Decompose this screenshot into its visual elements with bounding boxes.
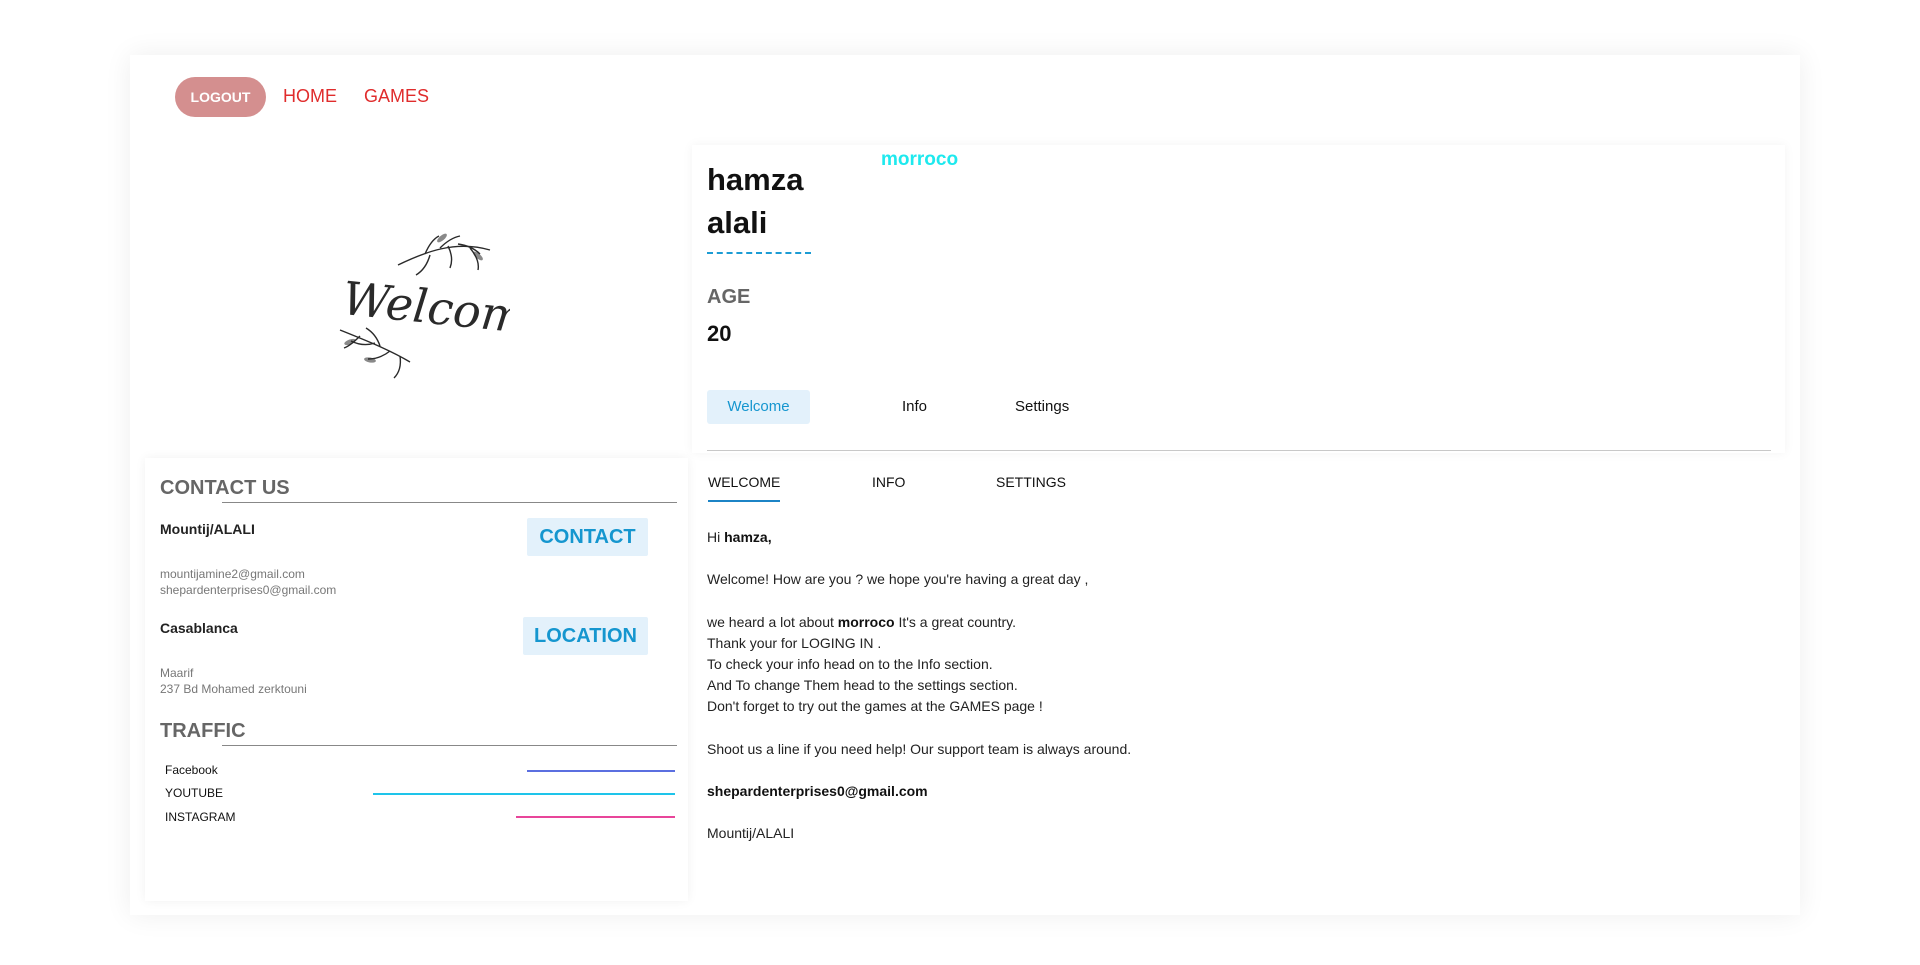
contact-us-title: CONTACT US: [160, 477, 290, 499]
tab-welcome[interactable]: WELCOME: [708, 474, 781, 502]
nav-home-link[interactable]: HOME: [283, 86, 337, 107]
name-underline: [707, 252, 811, 254]
info-line: To check your info head on to the Info s…: [707, 656, 993, 672]
welcome-line: Welcome! How are you ? we hope you're ha…: [707, 571, 1089, 587]
heard-suffix: It's a great country.: [898, 614, 1017, 630]
age-label: AGE: [707, 286, 751, 308]
traffic-bar-youtube: [373, 793, 675, 795]
contact-us-line: [222, 502, 677, 503]
traffic-line: [222, 745, 677, 746]
traffic-bar-facebook: [527, 770, 675, 772]
heard-line: we heard a lot about morroco It's a grea…: [707, 612, 1016, 633]
profile-tab-info[interactable]: Info: [902, 390, 927, 424]
settings-line: And To change Them head to the settings …: [707, 677, 1018, 693]
profile-tab-welcome[interactable]: Welcome: [707, 390, 810, 424]
profile-divider: [707, 450, 1771, 451]
contact-badge: CONTACT: [527, 518, 648, 556]
traffic-label-facebook: Facebook: [165, 763, 218, 777]
age-value: 20: [707, 321, 732, 346]
tab-info[interactable]: INFO: [872, 474, 905, 500]
address-line-1: Maarif: [160, 666, 194, 680]
greeting-name: hamza,: [724, 529, 772, 545]
traffic-label-instagram: INSTAGRAM: [165, 810, 236, 824]
contact-email-1[interactable]: mountijamine2@gmail.com: [160, 566, 305, 582]
signature: Mountij/ALALI: [707, 825, 795, 841]
traffic-label-youtube: YOUTUBE: [165, 786, 224, 800]
contact-city: Casablanca: [160, 620, 238, 636]
greeting-line: Hi hamza,: [707, 527, 772, 548]
nav-games-link[interactable]: GAMES: [364, 86, 429, 107]
profile-first-name: hamza: [707, 162, 804, 197]
traffic-bar-instagram: [516, 816, 675, 818]
profile-panel: [692, 145, 1785, 453]
contact-name: Mountij/ALALI: [160, 521, 255, 537]
support-email[interactable]: shepardenterprises0@gmail.com: [707, 781, 928, 802]
profile-tab-settings[interactable]: Settings: [1015, 390, 1069, 424]
profile-last-name: alali: [707, 205, 768, 240]
games-line: Don't forget to try out the games at the…: [707, 698, 1043, 714]
address-line-2: 237 Bd Mohamed zerktouni: [160, 682, 307, 696]
heard-country: morroco: [837, 614, 895, 630]
profile-name: hamza alali: [707, 158, 803, 244]
profile-country: morroco: [881, 149, 959, 170]
thanks-line: Thank your for LOGING IN .: [707, 635, 882, 651]
location-badge: LOCATION: [523, 617, 648, 655]
heard-prefix: we heard a lot about: [707, 614, 834, 630]
welcome-leaf-illustration-icon: Welcome: [339, 233, 510, 379]
contact-email-2[interactable]: shepardenterprises0@gmail.com: [160, 582, 336, 598]
logout-button[interactable]: LOGOUT: [175, 77, 266, 117]
tab-settings[interactable]: SETTINGS: [996, 474, 1066, 500]
greeting-prefix: Hi: [707, 529, 721, 545]
traffic-title: TRAFFIC: [160, 720, 246, 742]
welcome-art-text: Welcome: [340, 271, 510, 347]
support-line: Shoot us a line if you need help! Our su…: [707, 741, 1132, 757]
